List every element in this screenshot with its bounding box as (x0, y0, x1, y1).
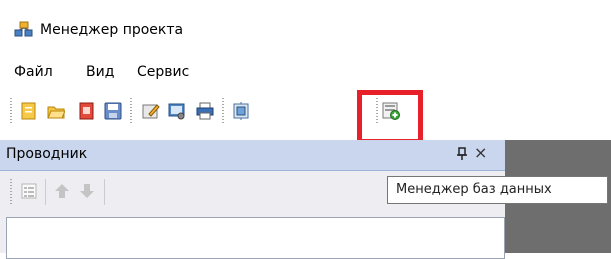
toolbar-grip[interactable] (10, 98, 12, 124)
window-title: Менеджер проекта (40, 22, 184, 38)
main-toolbar (0, 88, 611, 138)
close-icon[interactable]: × (474, 145, 487, 161)
new-project-icon[interactable] (20, 102, 38, 120)
pin-icon[interactable] (456, 147, 468, 161)
tooltip: Менеджер баз данных (387, 176, 608, 204)
menu-file[interactable]: Файл (14, 64, 53, 80)
toolbar-separator (104, 179, 105, 205)
toolbar-separator (130, 98, 132, 124)
save-icon[interactable] (104, 102, 122, 120)
settings-icon[interactable] (168, 102, 186, 120)
arrow-down-icon[interactable] (78, 182, 96, 200)
menu-service[interactable]: Сервис (137, 64, 189, 80)
module-icon[interactable] (232, 102, 250, 120)
toolbar-separator (222, 98, 224, 124)
explorer-header: Проводник × (0, 140, 505, 171)
properties-icon[interactable] (142, 102, 160, 120)
toolbar-separator (45, 179, 46, 205)
close-project-icon[interactable] (78, 102, 96, 120)
menu-view[interactable]: Вид (86, 64, 114, 80)
list-view-icon[interactable] (20, 182, 38, 200)
project-network-icon (14, 21, 34, 39)
title-bar: Менеджер проекта (0, 0, 611, 58)
highlight-box (357, 90, 423, 144)
toolbar-grip[interactable] (10, 179, 12, 205)
menu-bar: Файл Вид Сервис (0, 58, 611, 88)
arrow-up-icon[interactable] (53, 182, 71, 200)
print-icon[interactable] (196, 102, 214, 120)
explorer-title: Проводник (6, 146, 88, 162)
open-folder-icon[interactable] (47, 102, 65, 120)
